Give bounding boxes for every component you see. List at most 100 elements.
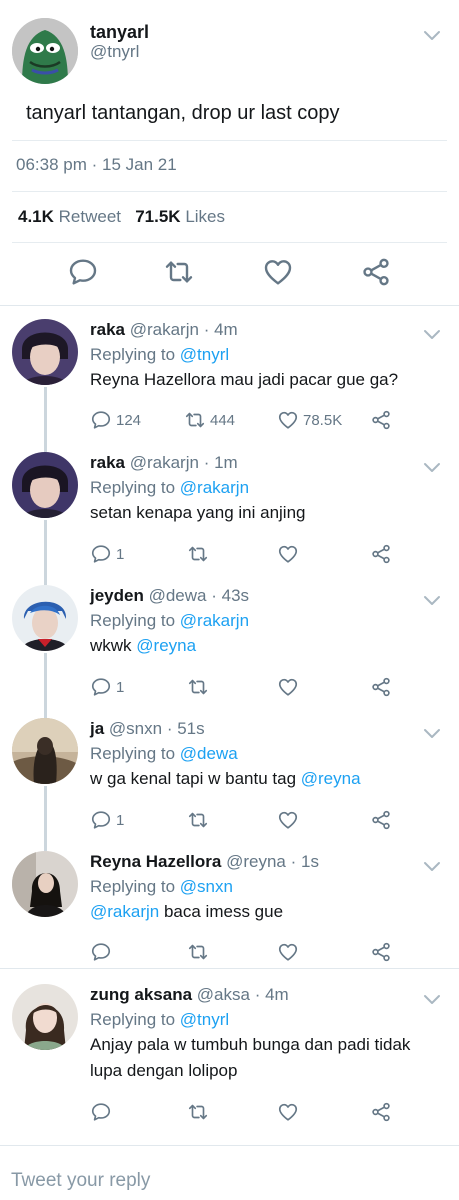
replying-to-handle[interactable]: @snxn bbox=[180, 877, 233, 896]
reply-tweet[interactable]: raka @rakarjn · 1m Replying to @rakarjn … bbox=[0, 439, 459, 572]
main-tweet-timestamp[interactable]: 06:38 pm · 15 Jan 21 bbox=[16, 155, 177, 175]
share-icon bbox=[370, 941, 392, 963]
reply-input[interactable]: Tweet your reply bbox=[11, 1170, 150, 1192]
reply-header: Reyna Hazellora @reyna · 1s bbox=[90, 852, 319, 872]
like-button[interactable] bbox=[277, 808, 303, 832]
like-button[interactable] bbox=[277, 542, 303, 566]
reply-actions: 1 bbox=[90, 675, 400, 699]
replying-to-handle[interactable]: @dewa bbox=[180, 744, 238, 763]
retweet-button[interactable] bbox=[187, 940, 213, 964]
reply-button[interactable]: 1 bbox=[90, 808, 124, 832]
main-tweet-author-handle[interactable]: @tnyrl bbox=[90, 42, 139, 62]
avatar[interactable] bbox=[12, 718, 78, 784]
mention-link[interactable]: @reyna bbox=[301, 769, 361, 788]
reply-time: · 4m bbox=[203, 320, 238, 339]
mention-link[interactable]: @rakarjn bbox=[90, 902, 159, 921]
reply-tweet[interactable]: ja @snxn · 51s Replying to @dewa w ga ke… bbox=[0, 705, 459, 838]
main-tweet-avatar[interactable] bbox=[12, 18, 78, 84]
reply-text: setan kenapa yang ini anjing bbox=[90, 503, 306, 522]
avatar[interactable] bbox=[12, 851, 78, 917]
likes-count[interactable]: 71.5K bbox=[135, 207, 180, 226]
author-handle[interactable]: @aksa bbox=[197, 985, 250, 1004]
like-button[interactable] bbox=[277, 675, 303, 699]
share-icon[interactable] bbox=[360, 256, 394, 290]
reply-button[interactable]: 1 bbox=[90, 542, 124, 566]
share-icon bbox=[370, 543, 392, 565]
thread-line bbox=[44, 705, 47, 718]
author-name[interactable]: ja bbox=[90, 719, 104, 738]
retweet-button[interactable]: 444 bbox=[184, 408, 235, 432]
replying-to-handle[interactable]: @tnyrl bbox=[180, 1010, 229, 1029]
replies-count: 1 bbox=[116, 811, 125, 829]
share-button[interactable] bbox=[370, 408, 396, 432]
chevron-down-icon[interactable] bbox=[423, 30, 441, 42]
chevron-down-icon[interactable] bbox=[423, 595, 441, 607]
author-handle[interactable]: @rakarjn bbox=[130, 453, 199, 472]
author-handle[interactable]: @rakarjn bbox=[130, 320, 199, 339]
avatar[interactable] bbox=[12, 319, 78, 385]
like-icon bbox=[277, 1101, 299, 1123]
retweet-button[interactable] bbox=[187, 675, 213, 699]
replying-to: Replying to @tnyrl bbox=[90, 345, 229, 365]
retweet-icon bbox=[187, 1101, 209, 1123]
replying-to-handle[interactable]: @rakarjn bbox=[180, 478, 249, 497]
mention-link[interactable]: @reyna bbox=[136, 636, 196, 655]
thread-line bbox=[44, 838, 47, 851]
share-button[interactable] bbox=[370, 675, 396, 699]
reply-header: raka @rakarjn · 1m bbox=[90, 453, 238, 473]
like-button[interactable]: 78.5K bbox=[277, 408, 342, 432]
replying-to-handle[interactable]: @tnyrl bbox=[180, 345, 229, 364]
like-icon bbox=[277, 809, 299, 831]
retweets-label[interactable]: Retweet bbox=[59, 207, 121, 226]
author-handle[interactable]: @snxn bbox=[109, 719, 162, 738]
share-button[interactable] bbox=[370, 940, 396, 964]
share-button[interactable] bbox=[370, 1100, 396, 1124]
retweet-icon bbox=[187, 809, 209, 831]
reply-button[interactable]: 1 bbox=[90, 675, 124, 699]
avatar[interactable] bbox=[12, 984, 78, 1050]
author-name[interactable]: zung aksana bbox=[90, 985, 192, 1004]
retweets-count[interactable]: 4.1K bbox=[18, 207, 54, 226]
author-name[interactable]: raka bbox=[90, 453, 125, 472]
retweet-button[interactable] bbox=[187, 542, 213, 566]
reply-button[interactable] bbox=[90, 940, 116, 964]
reply-text: wkwk @reyna bbox=[90, 633, 440, 659]
main-tweet-actions bbox=[0, 256, 459, 294]
main-tweet-author-name[interactable]: tanyarl bbox=[90, 22, 149, 43]
retweet-icon bbox=[184, 409, 206, 431]
like-button[interactable] bbox=[277, 1100, 303, 1124]
replying-to-handle[interactable]: @rakarjn bbox=[180, 611, 249, 630]
likes-count: 78.5K bbox=[303, 411, 343, 429]
chevron-down-icon[interactable] bbox=[423, 329, 441, 341]
reply-button[interactable]: 124 bbox=[90, 408, 141, 432]
chevron-down-icon[interactable] bbox=[423, 728, 441, 740]
replying-to: Replying to @tnyrl bbox=[90, 1010, 229, 1030]
reply-button[interactable] bbox=[90, 1100, 116, 1124]
like-icon[interactable] bbox=[262, 256, 296, 290]
reply-text: Anjay pala w tumbuh bunga dan padi tidak… bbox=[90, 1035, 411, 1080]
reply-icon[interactable] bbox=[67, 256, 101, 290]
like-button[interactable] bbox=[277, 940, 303, 964]
chevron-down-icon[interactable] bbox=[423, 462, 441, 474]
share-button[interactable] bbox=[370, 542, 396, 566]
chevron-down-icon[interactable] bbox=[423, 994, 441, 1006]
author-handle[interactable]: @reyna bbox=[226, 852, 286, 871]
reply-tweet[interactable]: jeyden @dewa · 43s Replying to @rakarjn … bbox=[0, 572, 459, 705]
chevron-down-icon[interactable] bbox=[423, 861, 441, 873]
reply-tweet[interactable]: zung aksana @aksa · 4m Replying to @tnyr… bbox=[0, 969, 459, 1129]
retweet-button[interactable] bbox=[187, 1100, 213, 1124]
retweet-button[interactable] bbox=[187, 808, 213, 832]
main-tweet-text: tanyarl tantangan, drop ur last copy bbox=[26, 102, 340, 124]
avatar[interactable] bbox=[12, 585, 78, 651]
share-button[interactable] bbox=[370, 808, 396, 832]
author-handle[interactable]: @dewa bbox=[149, 586, 207, 605]
avatar[interactable] bbox=[12, 452, 78, 518]
reply-tweet[interactable]: Reyna Hazellora @reyna · 1s Replying to … bbox=[0, 838, 459, 968]
reply-tweet[interactable]: raka @rakarjn · 4m Replying to @tnyrl Re… bbox=[0, 306, 459, 439]
author-name[interactable]: jeyden bbox=[90, 586, 144, 605]
author-name[interactable]: raka bbox=[90, 320, 125, 339]
author-name[interactable]: Reyna Hazellora bbox=[90, 852, 221, 871]
likes-label[interactable]: Likes bbox=[185, 207, 225, 226]
retweet-icon[interactable] bbox=[163, 256, 197, 290]
thread-line bbox=[44, 520, 47, 572]
